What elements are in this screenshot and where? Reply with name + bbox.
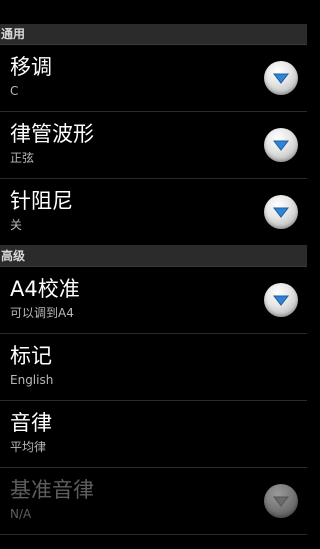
pref-summary: English <box>10 373 54 387</box>
section-header-advanced: 高级 <box>0 246 307 267</box>
pref-summary: C <box>10 84 19 98</box>
pref-title: 针阻尼 <box>10 189 73 213</box>
pref-pipe-waveform[interactable]: 律管波形 正弦 <box>0 112 307 179</box>
pref-a4-calibration[interactable]: A4校准 可以调到A4 <box>0 267 307 334</box>
section-header-general: 通用 <box>0 24 307 45</box>
pref-title: 律管波形 <box>10 122 94 146</box>
pref-title: 基准音律 <box>10 478 94 502</box>
pref-needle-damping[interactable]: 针阻尼 关 <box>0 179 307 246</box>
pref-notation[interactable]: 标记 English <box>0 334 307 401</box>
pref-title: 标记 <box>10 344 52 368</box>
pref-title: A4校准 <box>10 277 80 301</box>
pref-summary: 可以调到A4 <box>10 306 74 320</box>
pref-temperament[interactable]: 音律 平均律 <box>0 401 307 468</box>
dropdown-arrow-icon[interactable] <box>264 283 298 317</box>
pref-summary: N/A <box>10 507 32 521</box>
pref-base-temperament: 基准音律 N/A <box>0 468 307 535</box>
pref-transpose[interactable]: 移调 C <box>0 45 307 112</box>
dropdown-arrow-icon[interactable] <box>264 61 298 95</box>
dropdown-arrow-icon[interactable] <box>264 195 298 229</box>
pref-title: 音律 <box>10 411 52 435</box>
status-bar <box>0 0 307 24</box>
pref-title: 移调 <box>10 55 52 79</box>
pref-summary: 正弦 <box>10 151 35 165</box>
pref-summary: 平均律 <box>10 440 47 454</box>
pref-summary: 关 <box>10 218 23 232</box>
dropdown-arrow-icon[interactable] <box>264 128 298 162</box>
dropdown-arrow-icon <box>264 484 298 518</box>
